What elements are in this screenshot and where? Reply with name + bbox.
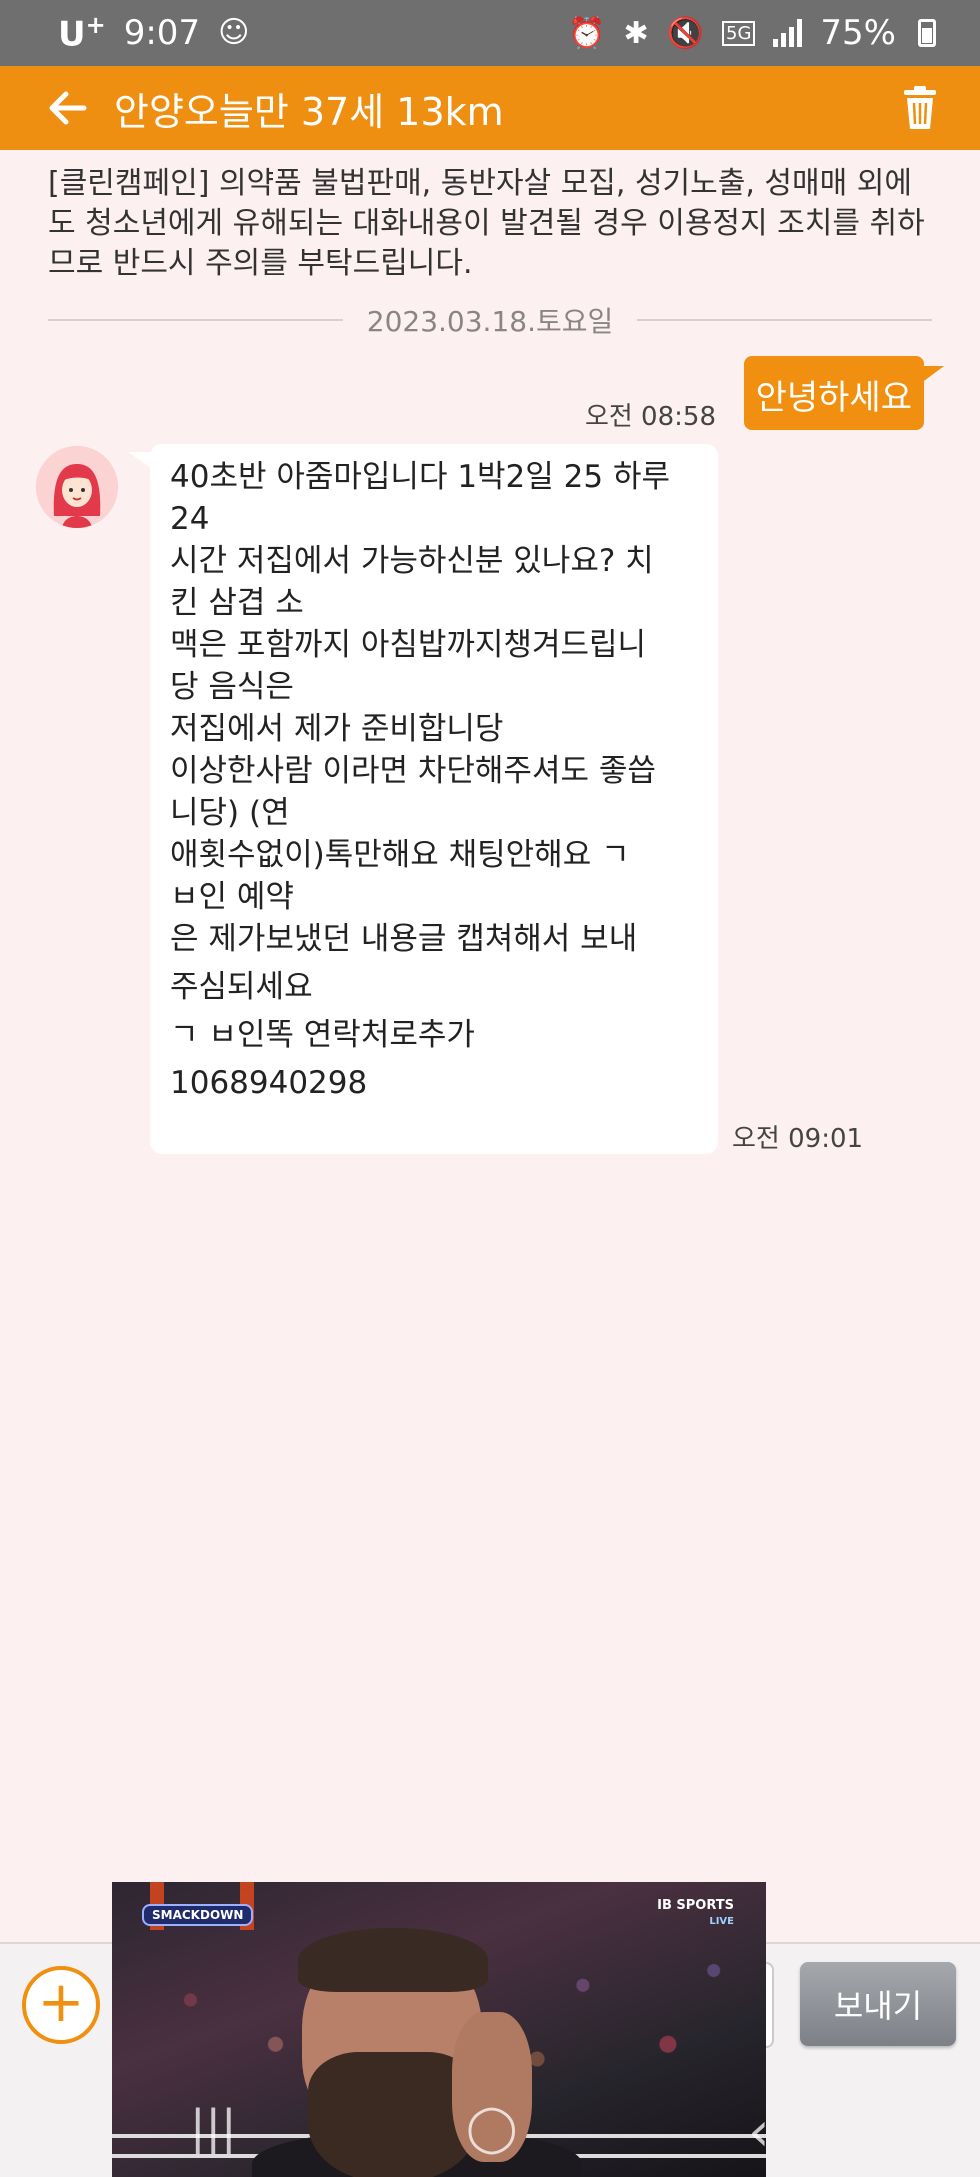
broadcaster-name: IB SPORTS (657, 1898, 734, 1913)
back-arrow-icon[interactable] (44, 84, 92, 132)
clean-campaign-notice: [클린캠페인] 의약품 불법판매, 동반자살 모집, 성기노출, 성매매 외에도… (48, 166, 925, 281)
message-line: 맥은 포함까지 아침밥까지챙겨드립니 (170, 627, 647, 663)
message-line: ㅂ인 예약 (170, 879, 294, 915)
message-line: 1068940298 (170, 1065, 368, 1101)
avatar-illustration (36, 446, 118, 528)
app-header: 안양오늘만 37세 13km (0, 66, 980, 150)
status-left: U+ 9:07 ☺ (58, 11, 249, 54)
carrier-label: U+ (58, 11, 106, 54)
battery-percent: 75% (820, 13, 896, 53)
broadcaster-logo: IB SPORTS LIVE (657, 1898, 734, 1930)
message-line: 이상한사람 이라면 차단해주셔도 좋씁 (170, 753, 656, 789)
live-label: LIVE (709, 1916, 734, 1927)
video-person-hair (298, 1928, 488, 1992)
nav-back-button[interactable]: ‹ (748, 2100, 770, 2163)
sender-avatar[interactable] (36, 446, 118, 528)
message-line: 니당) (연 (170, 795, 290, 831)
mute-icon: 🔇 (666, 15, 705, 51)
date-label: 2023.03.18.토요일 (366, 305, 614, 338)
message-line: 저집에서 제가 준비합니당 (170, 711, 504, 747)
chat-title: 안양오늘만 37세 13km (114, 89, 504, 134)
message-line: 시간 저집에서 가능하신분 있나요? 치 (170, 543, 654, 579)
message-line: 은 제가보냈던 내용글 캡쳐해서 보내 (170, 921, 638, 957)
nav-recents-button[interactable]: ||| (190, 2100, 237, 2154)
message-line: 40초반 아줌마입니다 1박2일 25 하루 (170, 459, 670, 495)
show-logo: SMACKDOWN (142, 1904, 254, 1926)
incoming-message-bubble[interactable]: 40초반 아줌마입니다 1박2일 25 하루 24 시간 저집에서 가능하신분 … (128, 444, 718, 1154)
bluetooth-icon: ✱ (623, 15, 649, 51)
status-bar: U+ 9:07 ☺ ⏰ ✱ 🔇 5G 75% (0, 0, 980, 66)
message-line: ㄱ ㅂ인똑 연락처로추가 (170, 1017, 475, 1053)
network-5g-badge: 5G (722, 20, 756, 46)
alarm-icon: ⏰ (568, 15, 606, 51)
outgoing-message-bubble[interactable]: 안녕하세요 (743, 356, 945, 430)
message-line: 주심되세요 (170, 969, 313, 1005)
date-divider: 2023.03.18.토요일 (48, 300, 932, 340)
divider-line-left (48, 319, 343, 321)
message-line: 24 (170, 501, 210, 537)
divider-line-right (637, 319, 932, 321)
message-line: 애횟수없이)톡만해요 채팅안해요 ㄱ (170, 837, 630, 873)
nav-home-button[interactable]: ◯ (466, 2100, 517, 2154)
message-line: 킨 삼겹 소 (170, 585, 304, 621)
signal-icon (773, 19, 803, 47)
status-right: ⏰ ✱ 🔇 5G 75% (568, 13, 936, 53)
carrier-plus: + (85, 11, 106, 40)
battery-icon (918, 19, 936, 47)
carrier-text: U (58, 14, 86, 55)
add-attachment-button[interactable]: + (22, 1966, 100, 2044)
status-time: 9:07 (123, 12, 201, 53)
outgoing-message-time: 오전 08:58 (584, 402, 716, 432)
incoming-message-time: 오전 09:01 (732, 1124, 864, 1154)
send-button[interactable]: 보내기 (800, 1962, 956, 2046)
notification-app-icon: ☺ (218, 15, 250, 51)
message-line: 당 음식은 (170, 669, 294, 705)
trash-icon[interactable] (900, 85, 940, 131)
